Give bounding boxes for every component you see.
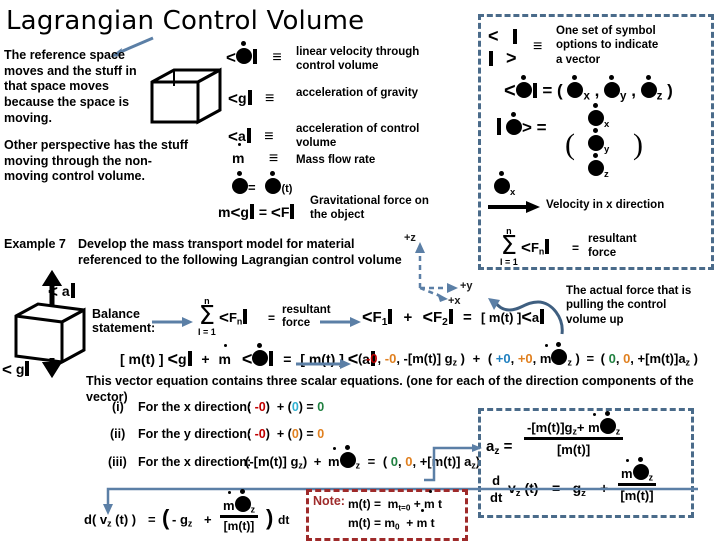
scalar-line-2-index: (ii)	[110, 427, 126, 441]
callout-curve-arrow	[488, 298, 564, 335]
column-vector-equation: > =	[496, 112, 547, 138]
note-line-2: m(t) = m0 + m t	[348, 509, 435, 532]
az-denominator: [m(t)]	[524, 436, 624, 457]
legend-equiv-icon-2: ≡	[264, 90, 275, 107]
left-paragraph-2: Other perspective has the stuff moving t…	[4, 138, 189, 184]
final-frac-den: [m(t)]	[220, 514, 258, 533]
final-dt: dt	[278, 513, 290, 527]
final-equation-lhs: d( vz (t) )	[84, 512, 137, 529]
example-label: Example 7	[4, 237, 66, 251]
scalar-line-1-text: For the x direction:	[138, 400, 252, 414]
scalar-line-3-index: (iii)	[108, 455, 127, 469]
velocity-identity: = (t)	[232, 171, 292, 195]
gravity-force-label: Gravitational force on the object	[310, 195, 429, 222]
balance-sum-lower: I = 1	[198, 326, 216, 337]
legend-desc-accel: acceleration of control volume	[296, 123, 420, 150]
resultant-sum-body: <Fn	[521, 238, 550, 258]
resultant-sum-box: n Σ I = 1	[500, 226, 518, 267]
final-paren-right: )	[266, 505, 274, 530]
left-paragraph-1: The reference space moves and the stuff …	[4, 48, 137, 125]
scalar-line-2-text: For the y direction:	[138, 427, 252, 441]
az-fraction: -[m(t)]gz+ mz [m(t)]	[524, 411, 624, 457]
legend-equiv-icon-4: ≡	[268, 150, 279, 167]
balance-sum-body: <Fn	[219, 308, 248, 328]
final-term1: - gz	[172, 512, 193, 529]
legend-equiv-icon-3: ≡	[264, 128, 274, 145]
legend-equiv-icon: ≡	[272, 49, 282, 66]
component-equation: ( -0, -0, -[m(t)] gz ) + ( +0, +0, mz ) …	[358, 342, 698, 368]
final-plus: +	[204, 512, 212, 527]
page-title: Lagrangian Control Volume	[6, 6, 365, 36]
balance-arrow-3	[296, 359, 351, 369]
scalar-line-3-text: For the x direction:	[138, 455, 252, 469]
legend-row-gravity: <g ≡	[228, 89, 274, 109]
row-vector-equation: < = ( x , y , z )	[504, 75, 673, 103]
legend-symbol-massflow: m	[232, 143, 245, 166]
example-text: Develop the mass transport model for mat…	[78, 237, 402, 267]
balance-sigma-icon: Σ	[198, 301, 216, 331]
az-numerator: -[m(t)]gz+ mz	[527, 411, 621, 437]
bra-symbol: <	[488, 26, 518, 47]
cv-up-label: < a	[48, 282, 76, 302]
legend-symbol-accel: <a	[228, 127, 252, 146]
velocity-direction-arrow	[488, 201, 540, 213]
legend-row-accel: <a ≡	[228, 127, 274, 147]
axis-label-y: +y	[460, 280, 473, 292]
az-symbol: az =	[486, 438, 513, 458]
axis-label-z: +z	[404, 232, 416, 244]
balance-label-line2: statement:	[92, 321, 156, 335]
legend-symbol-velocity: <	[226, 41, 258, 67]
legend-desc-gravity: acceleration of gravity	[296, 87, 419, 99]
final-paren-left: (	[162, 505, 170, 530]
resultant-sum-equals: =	[572, 241, 580, 255]
legend-desc-massflow: Mass flow rate	[296, 154, 376, 166]
velocity-x-label: Velocity in x direction	[546, 199, 665, 211]
cv-down-label: < g	[2, 360, 30, 380]
sum-lower-limit: I = 1	[500, 256, 518, 267]
v-dot-blob-icon	[232, 171, 248, 194]
gravity-force-equation: m<g = <F	[218, 203, 295, 223]
ddt-frac-num: mz	[621, 457, 653, 483]
slide-canvas: Lagrangian Control Volume The reference …	[0, 0, 720, 541]
vector-note-text: One set of symbol options to indicate a …	[556, 25, 659, 66]
column-component-x: x	[588, 103, 609, 130]
sigma-icon: Σ	[500, 231, 518, 261]
column-component-z: z	[588, 153, 609, 180]
column-component-y: y	[588, 128, 609, 155]
legend-row-velocity: < ≡	[226, 41, 282, 68]
note-line-1: m(t) = mt=0 + m t	[348, 490, 443, 513]
resultant-sum-result: resultant force	[588, 233, 637, 260]
column-paren-right: )	[633, 128, 643, 161]
legend-symbol-gravity: <g	[228, 89, 253, 108]
legend-row-massflow: m ≡	[232, 143, 279, 168]
vector-equiv-icon: ≡	[533, 38, 543, 55]
control-volume-cube-icon	[150, 67, 222, 125]
v-blob-icon	[265, 171, 282, 194]
velocity-x-symbol: x	[494, 171, 515, 198]
ket-symbol: >	[488, 48, 517, 69]
column-paren-left: (	[565, 128, 575, 161]
callout-text: The actual force that is pulling the con…	[566, 285, 692, 326]
balance-sum: n Σ I = 1	[198, 296, 216, 337]
balance-arrow-2	[320, 317, 361, 327]
scalar-line-1-index: (i)	[112, 400, 124, 414]
scalar-line-1-eq: ( -0) + (0) = 0	[247, 400, 325, 414]
note-label: Note:	[313, 494, 345, 508]
final-fraction: mz [m(t)]	[220, 489, 258, 533]
legend-desc-velocity: linear velocity through control volume	[296, 46, 420, 73]
scalar-line-2-eq: ( -0) + (0) = 0	[247, 427, 325, 441]
final-equation-equals: =	[148, 512, 156, 527]
final-frac-num: mz	[223, 489, 255, 515]
balance-arrow-1	[152, 317, 193, 327]
balance-sum-equals: =	[268, 311, 276, 325]
